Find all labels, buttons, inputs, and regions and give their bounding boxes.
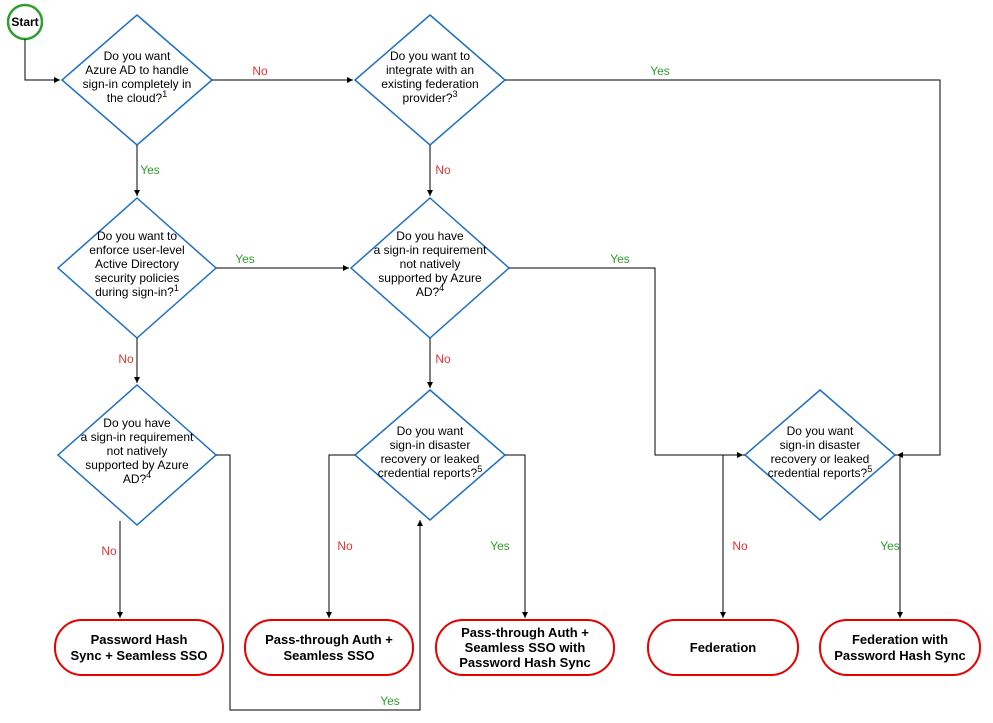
start-node: Start [8,5,42,39]
svg-text:Password Hash Sync: Password Hash Sync [459,655,591,670]
result-federation: Federation [648,620,798,675]
svg-text:supported by Azure: supported by Azure [85,458,189,472]
svg-text:Pass-through Auth +: Pass-through Auth + [461,625,589,640]
svg-text:credential reports?5: credential reports?5 [378,464,482,480]
svg-text:during sign-in?1: during sign-in?1 [95,283,179,299]
flowchart: Start Do you want Azure AD to handle sig… [0,0,993,723]
svg-text:Do you want: Do you want [397,424,464,438]
svg-text:security policies: security policies [95,271,180,285]
result-pta-sso-phs: Pass-through Auth + Seamless SSO with Pa… [436,620,614,675]
decision-federation-provider: Do you want to integrate with an existin… [355,15,505,145]
svg-text:Start: Start [11,15,38,29]
svg-text:Federation: Federation [690,640,757,655]
decision-enforce-policies: Do you want to enforce user-level Active… [58,198,216,338]
svg-text:Seamless SSO with: Seamless SSO with [465,640,586,655]
svg-text:No: No [118,352,134,366]
svg-text:Yes: Yes [140,163,160,177]
svg-text:No: No [337,539,353,553]
svg-text:the cloud?1: the cloud?1 [107,89,167,105]
svg-text:Do you have: Do you have [103,416,171,430]
svg-text:provider?3: provider?3 [402,89,457,105]
decision-signin-req-left: Do you have a sign-in requirement not na… [58,385,216,525]
svg-text:Yes: Yes [880,539,900,553]
result-phs-sso: Password Hash Sync + Seamless SSO [55,620,223,675]
svg-text:existing federation: existing federation [381,77,478,91]
connectors: No Yes Yes No Yes No Yes No No Yes No Ye… [25,39,940,710]
svg-text:Do you want to: Do you want to [390,49,470,63]
svg-text:Yes: Yes [380,694,400,708]
svg-text:enforce user-level: enforce user-level [89,243,184,257]
svg-text:recovery or leaked: recovery or leaked [381,452,480,466]
svg-text:Pass-through Auth +: Pass-through Auth + [265,632,393,647]
svg-text:sign-in completely in: sign-in completely in [83,77,192,91]
svg-text:not natively: not natively [107,444,168,458]
svg-text:Password Hash Sync: Password Hash Sync [834,648,966,663]
decision-azure-ad-cloud: Do you want Azure AD to handle sign-in c… [62,15,212,145]
svg-text:Sync + Seamless SSO: Sync + Seamless SSO [71,648,208,663]
svg-text:Password Hash: Password Hash [91,632,188,647]
svg-text:a sign-in requirement: a sign-in requirement [374,243,487,257]
svg-text:Yes: Yes [235,252,255,266]
svg-text:Active Directory: Active Directory [95,257,179,271]
svg-text:No: No [732,539,748,553]
decision-disaster-right: Do you want sign-in disaster recovery or… [745,390,895,520]
svg-text:Do you have: Do you have [396,229,464,243]
svg-text:not natively: not natively [400,257,461,271]
decision-signin-req-center: Do you have a sign-in requirement not na… [351,198,509,338]
svg-text:sign-in disaster: sign-in disaster [780,438,861,452]
svg-text:credential reports?5: credential reports?5 [768,464,872,480]
svg-text:recovery or leaked: recovery or leaked [771,452,870,466]
svg-text:sign-in disaster: sign-in disaster [390,438,471,452]
svg-text:Federation with: Federation with [852,632,948,647]
svg-text:No: No [252,64,268,78]
result-pta-sso: Pass-through Auth + Seamless SSO [245,620,413,675]
svg-text:integrate with an: integrate with an [386,63,474,77]
svg-text:Do you want to: Do you want to [97,229,177,243]
svg-text:Yes: Yes [490,539,510,553]
svg-text:Yes: Yes [610,252,630,266]
svg-text:Do you want: Do you want [787,424,854,438]
svg-text:Seamless SSO: Seamless SSO [283,648,374,663]
svg-text:No: No [435,352,451,366]
result-federation-phs: Federation with Password Hash Sync [820,620,980,675]
svg-text:Yes: Yes [650,64,670,78]
svg-text:No: No [435,163,451,177]
decision-disaster-center: Do you want sign-in disaster recovery or… [355,390,505,520]
svg-text:Azure AD to handle: Azure AD to handle [85,63,189,77]
svg-text:a sign-in requirement: a sign-in requirement [81,430,194,444]
svg-text:Do you want: Do you want [104,49,171,63]
svg-text:supported by Azure: supported by Azure [378,271,482,285]
svg-text:No: No [101,544,117,558]
